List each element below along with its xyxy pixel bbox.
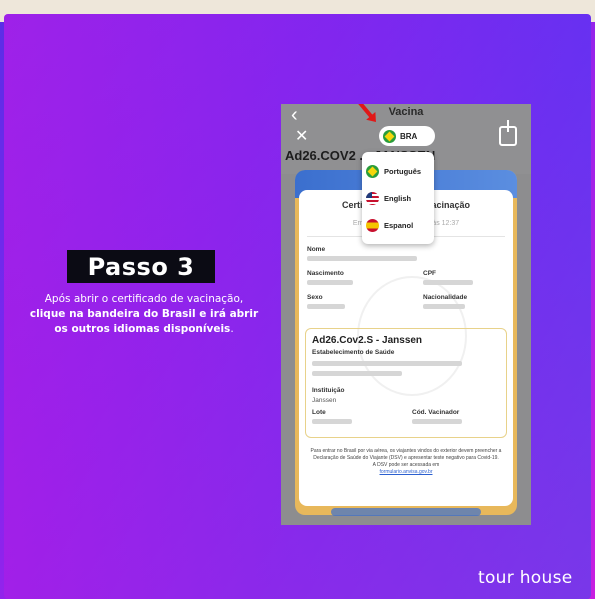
language-option-label: English [384, 194, 412, 203]
notice-text: Para entrar no Brasil por via aérea, os … [310, 448, 502, 461]
cert-sub-right: às 12:37 [432, 220, 460, 227]
instituicao-value: Janssen [312, 397, 337, 404]
brazil-flag-icon [383, 129, 396, 143]
language-option-label: Espanol [384, 221, 414, 230]
field-cpf-label: CPF [423, 270, 436, 277]
brazil-flag-icon [366, 165, 379, 178]
language-option-espanol[interactable]: Espanol [366, 212, 430, 239]
field-nacionalidade-value [423, 304, 465, 309]
lote-value [312, 419, 352, 424]
brand-name: tour house [478, 568, 573, 588]
close-icon[interactable]: ✕ [295, 126, 308, 146]
field-sexo-label: Sexo [307, 294, 323, 301]
notice-link[interactable]: formulario.anvisa.gov.br [307, 469, 505, 476]
step-description: Após abrir o certificado de vacinação, c… [28, 292, 260, 337]
field-cpf-value [423, 280, 473, 285]
field-nacionalidade-label: Nacionalidade [423, 294, 468, 301]
estabelecimento-value-2 [312, 371, 402, 376]
language-option-english[interactable]: English [366, 185, 430, 212]
phone-bottom-bar [331, 508, 481, 516]
language-dropdown: Português English Espanol [362, 152, 434, 244]
step-desc-suffix: . [230, 323, 234, 335]
estabelecimento-label: Estabelecimento de Saúde [312, 349, 395, 356]
notice-text-2: A DSV pode ser acessada em [372, 462, 440, 468]
lote-label: Lote [312, 409, 326, 416]
field-nascimento-label: Nascimento [307, 270, 344, 277]
travel-notice: Para entrar no Brasil por via aérea, os … [307, 448, 505, 476]
language-option-portugues[interactable]: Português [366, 158, 430, 185]
estabelecimento-value [312, 361, 462, 366]
language-selected-label: BRA [400, 131, 418, 141]
us-flag-icon [366, 192, 379, 205]
field-sexo-value [307, 304, 345, 309]
step-title: Passo 3 [67, 250, 215, 283]
vacinador-label: Cód. Vacinador [412, 409, 460, 416]
field-nome-value [307, 256, 417, 261]
phone-screenshot: ‹ ✕ Vacina BRA Ad26.COV2 ... JANSSEN Cer… [281, 104, 531, 525]
nav-title: Vacina [388, 106, 424, 118]
dose-box: Ad26.Cov2.S - Janssen Estabelecimento de… [305, 328, 507, 438]
instituicao-label: Instituição [312, 387, 345, 394]
language-selector[interactable]: BRA [379, 126, 435, 146]
step-desc-bold: clique na bandeira do Brasil e irá abrir… [29, 308, 259, 335]
slide-background: Passo 3 Após abrir o certificado de vaci… [0, 0, 595, 599]
field-nome-label: Nome [307, 246, 326, 253]
dose-title: Ad26.Cov2.S - Janssen [312, 335, 423, 346]
vacinador-value [412, 419, 462, 424]
language-option-label: Português [384, 167, 422, 176]
field-nascimento-value [307, 280, 353, 285]
spain-flag-icon [366, 219, 379, 232]
share-icon[interactable] [499, 120, 517, 146]
step-desc-prefix: Após abrir o certificado de vacinação, [44, 293, 244, 305]
